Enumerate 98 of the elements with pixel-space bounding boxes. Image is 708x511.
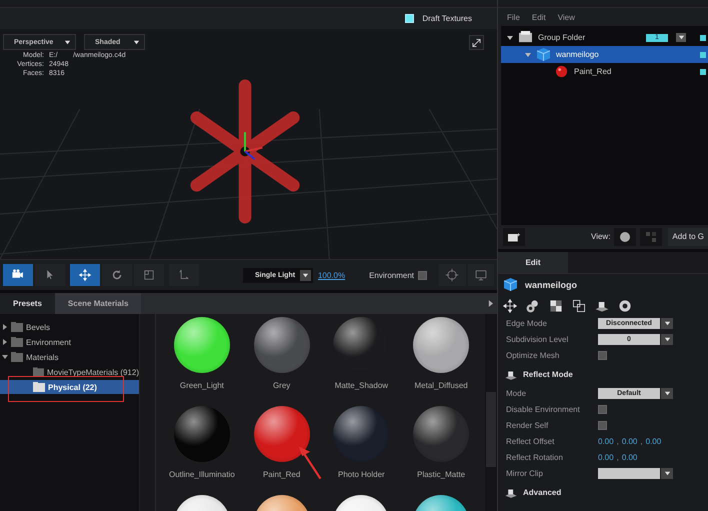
caret-icon	[302, 272, 309, 278]
value-field[interactable]: 0.00	[598, 437, 614, 446]
folder-icon	[11, 352, 23, 362]
tab[interactable]: Scene Materials	[54, 293, 142, 314]
visibility-toggle[interactable]	[700, 68, 706, 74]
caret-icon	[664, 470, 670, 477]
add-button[interactable]: Add to G	[668, 228, 708, 246]
scene-item[interactable]: wanmeilogo	[501, 46, 708, 63]
caret-icon	[664, 390, 670, 397]
checkbox[interactable]	[598, 421, 607, 430]
visibility-toggle[interactable]	[700, 52, 706, 58]
material-name: Matte_Shadow	[334, 381, 388, 390]
section-title: Advanced	[523, 488, 562, 497]
sphere-view-button[interactable]	[614, 228, 636, 246]
menu-item[interactable]: Edit	[532, 12, 546, 22]
material-name: Green_Light	[180, 381, 224, 390]
scene-item[interactable]: Paint_Red	[501, 63, 708, 80]
folder-icon	[11, 337, 23, 347]
property-label: Reflect Offset	[506, 437, 556, 446]
new-folder-button[interactable]	[503, 228, 525, 246]
scrollbar-thumb[interactable]	[486, 392, 496, 467]
tree-item[interactable]: Materials	[0, 350, 139, 364]
caret-icon	[64, 38, 71, 46]
value-field[interactable]: 0.00	[598, 453, 614, 462]
visibility-toggle[interactable]	[700, 34, 706, 40]
checkbox-label: Draft Textures	[422, 14, 472, 23]
tool-button[interactable]	[525, 298, 541, 314]
property-dropdown[interactable]	[598, 468, 673, 479]
cube-icon	[504, 278, 517, 291]
section-title: Reflect Mode	[523, 370, 573, 379]
property-label: Reflect Rotation	[506, 453, 564, 462]
move-icon	[78, 268, 92, 282]
object-name: wanmeilogo	[525, 280, 578, 290]
material-name: Metal_Diffused	[414, 381, 468, 390]
expand-icon	[472, 38, 481, 48]
layers-icon	[571, 298, 587, 314]
axis-icon	[177, 268, 191, 282]
separator-comma: ,	[640, 437, 643, 446]
sphere-icon	[619, 230, 632, 242]
tab[interactable]: Presets	[0, 293, 55, 314]
caret-icon	[133, 38, 140, 46]
move-icon	[502, 298, 518, 314]
material-name: Plastic_Matte	[417, 470, 466, 479]
menu-item[interactable]: File	[507, 12, 520, 22]
value-field[interactable]: 0.00	[622, 437, 638, 446]
checkbox[interactable]	[598, 351, 607, 360]
arrow-right-icon	[488, 300, 493, 307]
caret-icon	[678, 34, 684, 41]
checkbox[interactable]	[418, 270, 428, 280]
dropdown-button[interactable]	[676, 33, 686, 42]
tab[interactable]: Edit	[498, 252, 568, 272]
maximize-button[interactable]	[469, 34, 484, 50]
checkbox-label: Environment	[369, 270, 414, 280]
material-name: Outline_Illuminatio	[168, 470, 235, 479]
menu-item[interactable]: View	[558, 12, 575, 22]
value-field[interactable]: 0.00	[622, 453, 638, 462]
tool-button[interactable]	[548, 298, 564, 314]
monitor-button[interactable]	[468, 264, 494, 286]
tool-button[interactable]	[3, 264, 33, 286]
property-label: Render Self	[506, 421, 550, 430]
separator-comma: ,	[616, 437, 619, 446]
target-button[interactable]	[439, 264, 466, 286]
material-name: Grey	[272, 381, 290, 390]
cube-icon	[537, 48, 550, 61]
property-label: Optimize Mesh	[506, 351, 560, 360]
value-field[interactable]: 0.00	[646, 437, 662, 446]
folder-icon	[508, 230, 520, 242]
tree-item[interactable]: Environment	[0, 335, 139, 349]
tree-item[interactable]: Physical (22)	[0, 380, 139, 394]
property-label: Mirror Clip	[506, 469, 544, 478]
folder-icon	[11, 322, 23, 332]
tool-button[interactable]	[571, 298, 587, 314]
material-name: Paint_Red	[262, 470, 300, 479]
tool-button[interactable]	[70, 264, 100, 286]
property-label: Mode	[506, 389, 528, 398]
tree-item[interactable]: MovieTypeMaterials (912)	[0, 365, 139, 379]
checkbox[interactable]	[598, 405, 607, 414]
view-label: View:	[591, 232, 610, 241]
monitor-icon	[474, 268, 488, 282]
material-name: Photo Holder	[338, 470, 385, 479]
caret-icon	[664, 336, 670, 343]
caret-icon	[664, 320, 670, 327]
tool-button[interactable]	[502, 298, 518, 314]
tree-item[interactable]: Bevels	[0, 320, 139, 334]
property-label: Disable Environment	[506, 405, 581, 414]
grid-icon	[645, 230, 658, 242]
property-label: Edge Mode	[506, 319, 548, 328]
tool-button[interactable]	[617, 298, 633, 314]
sphere-icon	[555, 65, 568, 78]
crosshair-icon	[445, 268, 460, 282]
scale-icon	[142, 268, 156, 282]
rotate-icon	[110, 268, 124, 282]
property-label: Subdivision Level	[506, 335, 570, 344]
separator-comma: ,	[616, 453, 619, 462]
folder-icon	[519, 31, 532, 44]
checker-icon	[548, 298, 564, 314]
folder-icon	[33, 382, 45, 392]
zoom-value[interactable]: 100.0%	[318, 270, 346, 280]
